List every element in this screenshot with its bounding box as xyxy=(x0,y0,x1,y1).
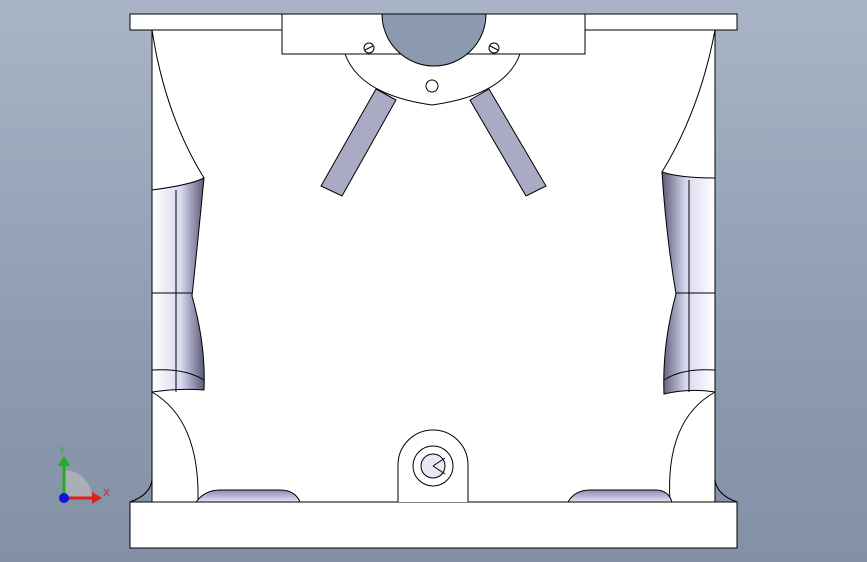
oil-hole[interactable] xyxy=(425,79,439,93)
base-plate[interactable] xyxy=(129,501,738,549)
x-axis-label: X xyxy=(103,488,110,499)
axis-triad: Y X xyxy=(58,446,110,504)
cad-viewport[interactable]: Y X xyxy=(0,0,867,562)
housing-part[interactable] xyxy=(129,13,738,549)
triad-arc xyxy=(64,470,92,498)
right-base-slot xyxy=(567,489,673,503)
left-base-slot xyxy=(194,489,301,503)
y-axis-arrow-icon xyxy=(58,456,70,466)
z-axis-dot-icon xyxy=(59,493,69,503)
y-axis-label: Y xyxy=(58,446,66,457)
x-axis-arrow-icon xyxy=(92,492,102,504)
